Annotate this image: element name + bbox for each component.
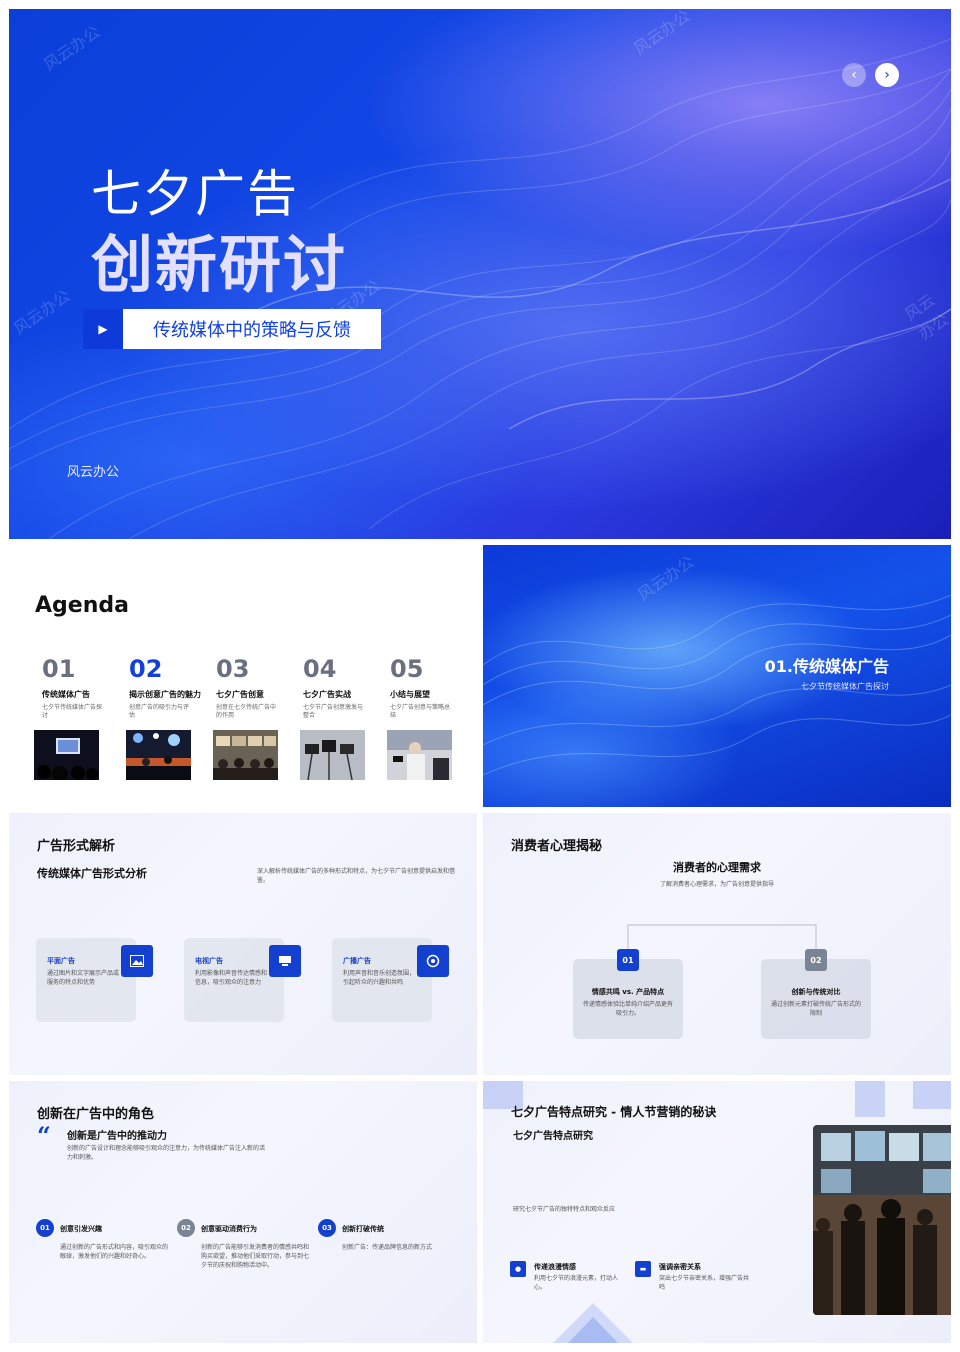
prev-slide-button[interactable]: ‹	[842, 63, 866, 87]
hero-title-line2: 创新研讨	[91, 228, 348, 301]
item-desc: 通过创新的广告形式和内容，吸引观众的眼球，激发他们的兴趣和好奇心。	[60, 1244, 169, 1260]
feature-title: 强调亲密关系	[659, 1263, 701, 1271]
agenda-number: 05	[390, 655, 424, 683]
play-icon: ▶	[83, 309, 123, 349]
agenda-desc: 七夕节传统媒体广告探讨	[42, 704, 103, 720]
card-desc: 利用声音和音乐创造氛围，引起听众的兴趣和共鸣	[343, 970, 416, 986]
box-desc: 传递情感体验比单纯介绍产品更有吸引力。	[583, 1001, 674, 1017]
slide-title: 广告形式解析	[37, 839, 116, 854]
heart-icon: ●	[510, 1261, 526, 1277]
section-title: 01.传统媒体广告	[764, 657, 889, 676]
number-badge: 03	[318, 1219, 336, 1237]
decorative-triangles	[553, 1303, 633, 1343]
need-box[interactable]: 情感共鸣 vs. 产品特点 传递情感体验比单纯介绍产品更有吸引力。	[573, 959, 683, 1039]
agenda-item[interactable]: 02 揭示创意广告的魅力 创意广告的吸引力与评估	[129, 655, 209, 721]
agenda-desc: 七夕节广告创意激发与整合	[303, 704, 364, 720]
box-title: 创新与传统对比	[791, 988, 841, 996]
message-icon: ▬	[635, 1261, 651, 1277]
ad-forms-slide[interactable]: 广告形式解析 传统媒体广告形式分析 深入解析传统媒体广告的多种形式和特点，为七夕…	[9, 813, 477, 1075]
quote-desc: 创新的广告设计和理念能够吸引观众的注意力，为传统媒体广告注入新的活力和刺激。	[67, 1145, 266, 1161]
audience-screens-photo	[813, 1125, 951, 1315]
decorative-square	[855, 1081, 885, 1117]
agenda-title: 揭示创意广告的魅力	[129, 690, 201, 699]
agenda-item[interactable]: 05 小结与展望 七夕广告创意与策略总结	[390, 655, 470, 721]
tv-icon	[269, 945, 301, 977]
quote-title: 创新是广告中的推动力	[67, 1131, 167, 1142]
number-badge: 02	[177, 1219, 195, 1237]
cameras-photo	[300, 730, 365, 780]
brand-label: 风云办公	[67, 465, 120, 480]
feature-title: 传递浪漫情感	[534, 1263, 576, 1271]
agenda-desc: 创意在七夕传统广告中的作用	[216, 704, 277, 720]
section-slide[interactable]: 风云办公 01.传统媒体广告 七夕节传统媒体广告探讨	[483, 545, 951, 807]
card-title: 广播广告	[343, 957, 371, 965]
stage-concert-photo	[126, 730, 191, 780]
consumer-psychology-slide[interactable]: 消费者心理揭秘 消费者的心理需求 了解消费者心理需求，为广告创意提供指导 情感共…	[483, 813, 951, 1075]
number-badge: 02	[805, 949, 827, 971]
innovation-slide[interactable]: 创新在广告中的角色 “ 创新是广告中的推动力 创新的广告设计和理念能够吸引观众的…	[9, 1081, 477, 1343]
interview-photo	[387, 730, 452, 780]
card-title: 电视广告	[195, 957, 223, 965]
slide-subheading: 传统媒体广告形式分析	[37, 867, 147, 880]
agenda-number: 01	[42, 655, 76, 683]
card-title: 平面广告	[47, 957, 75, 965]
tv-wall-photo	[213, 730, 278, 780]
next-slide-button[interactable]: ›	[875, 63, 899, 87]
hero-subtitle: 传统媒体中的策略与反馈	[123, 309, 381, 349]
section-subtitle: 七夕节传统媒体广告探讨	[801, 682, 889, 691]
agenda-desc: 七夕广告创意与策略总结	[390, 704, 451, 720]
agenda-number: 04	[303, 655, 337, 683]
agenda-number: 02	[129, 655, 163, 683]
radio-icon	[417, 945, 449, 977]
item-title: 创新打破传统	[342, 1225, 384, 1233]
feature-desc: 突出七夕节亲密关系，增强广告共鸣	[659, 1275, 750, 1291]
card-desc: 利用影像和声音传达情感和信息，吸引观众的注意力	[195, 970, 268, 986]
agenda-slide[interactable]: Agenda 01 传统媒体广告 七夕节传统媒体广告探讨 02 揭示创意广告的魅…	[9, 545, 477, 807]
slide-description: 深入解析传统媒体广告的多种形式和特点，为七夕节广告创意提供启发和借鉴。	[257, 868, 456, 884]
box-title: 情感共鸣 vs. 产品特点	[591, 988, 665, 996]
agenda-item[interactable]: 01 传统媒体广告 七夕节传统媒体广告探讨	[42, 655, 122, 721]
item-title: 创意引发兴趣	[60, 1225, 102, 1233]
agenda-heading: Agenda	[35, 593, 129, 618]
need-box[interactable]: 创新与传统对比 通过创新元素打破传统广告形式的限制	[761, 959, 871, 1039]
number-badge: 01	[36, 1219, 54, 1237]
item-desc: 创新广告：传递品牌信息的新方式	[342, 1244, 433, 1251]
connector-lines	[627, 924, 817, 949]
chevron-right-icon: ›	[884, 67, 890, 83]
slide-description: 研究七夕节广告的独特特点和观众反应	[513, 1206, 616, 1213]
decorative-square	[913, 1081, 951, 1109]
agenda-desc: 创意广告的吸引力与评估	[129, 704, 190, 720]
audience-screen-photo	[34, 730, 99, 780]
number-badge: 01	[617, 949, 639, 971]
agenda-item[interactable]: 04 七夕广告实战 七夕节广告创意激发与整合	[303, 655, 383, 721]
item-title: 创意驱动消费行为	[201, 1225, 257, 1233]
features-slide[interactable]: 七夕广告特点研究 - 情人节营销的秘诀 七夕广告特点研究 研究七夕节广告的独特特…	[483, 1081, 951, 1343]
quote-icon: “	[37, 1121, 51, 1150]
box-desc: 通过创新元素打破传统广告形式的限制	[771, 1001, 862, 1017]
agenda-title: 七夕广告创意	[216, 690, 264, 699]
item-desc: 创新的广告能够引发消费者的情感共鸣和购买欲望，推动他们采取行动，参与到七夕节的庆…	[201, 1244, 310, 1269]
card-desc: 通过图片和文字展示产品或服务的特点和优势	[47, 970, 120, 986]
slide-title: 七夕广告特点研究 - 情人节营销的秘诀	[511, 1105, 717, 1119]
title-slide[interactable]: 风云办公 风云办公 风云办公 风云办公 风云办公 ‹ › 七夕广告 创新研讨 ▶…	[9, 9, 951, 539]
image-icon	[121, 945, 153, 977]
feature-desc: 利用七夕节的浪漫元素，打动人心。	[534, 1275, 619, 1291]
agenda-title: 小结与展望	[390, 690, 430, 699]
agenda-title: 传统媒体广告	[42, 690, 90, 699]
slide-subheading: 七夕广告特点研究	[513, 1131, 593, 1142]
slide-title: 创新在广告中的角色	[37, 1107, 155, 1122]
agenda-title: 七夕广告实战	[303, 690, 351, 699]
chevron-left-icon: ‹	[851, 67, 857, 83]
agenda-number: 03	[216, 655, 250, 683]
agenda-item[interactable]: 03 七夕广告创意 创意在七夕传统广告中的作用	[216, 655, 296, 721]
